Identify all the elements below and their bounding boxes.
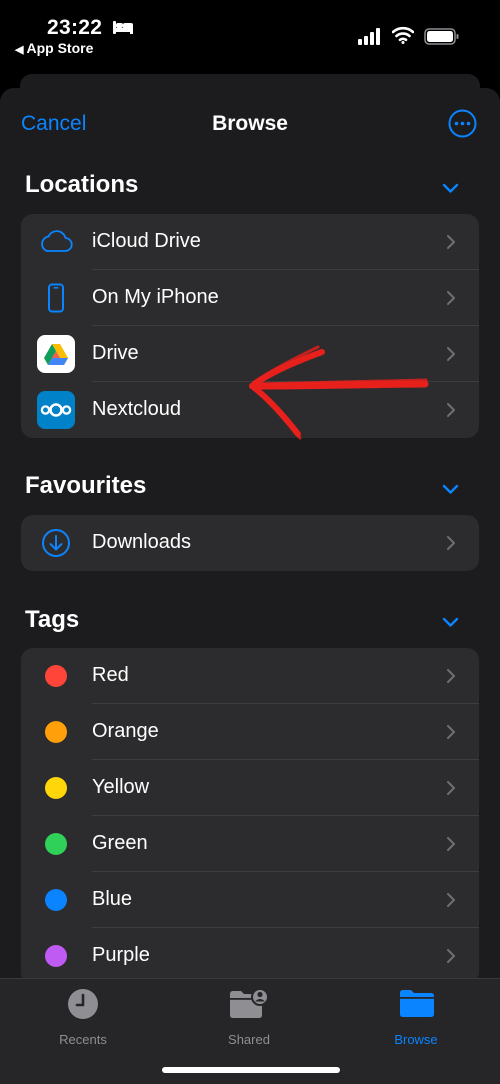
home-indicator[interactable] bbox=[162, 1067, 340, 1073]
status-bar: 23:22 ◀ App Store bbox=[0, 0, 500, 70]
tab-label: Browse bbox=[394, 1032, 438, 1047]
tag-color-icon bbox=[37, 881, 75, 919]
tag-dot bbox=[45, 665, 67, 687]
google-drive-icon bbox=[37, 335, 75, 373]
battery-icon bbox=[424, 28, 459, 45]
chevron-down-icon[interactable] bbox=[442, 617, 459, 628]
icloud-icon bbox=[37, 223, 75, 261]
tag-color-icon bbox=[37, 825, 75, 863]
favourite-item-downloads[interactable]: Downloads bbox=[21, 515, 479, 571]
tab-recents[interactable]: Recents bbox=[23, 987, 143, 1047]
location-label: Drive bbox=[92, 342, 139, 364]
tag-color-icon bbox=[37, 657, 75, 695]
section-header-locations: Locations bbox=[25, 171, 139, 198]
location-label: iCloud Drive bbox=[92, 230, 201, 252]
back-triangle-icon: ◀ bbox=[15, 44, 24, 56]
tag-label: Green bbox=[92, 832, 148, 854]
section-header-tags: Tags bbox=[25, 606, 80, 633]
browse-sheet: Cancel Browse Locations iCloud Drive On … bbox=[0, 88, 500, 1084]
back-to-app-button[interactable]: ◀ App Store bbox=[15, 40, 93, 56]
favourite-label: Downloads bbox=[92, 531, 191, 553]
tag-color-icon bbox=[37, 769, 75, 807]
tag-dot bbox=[45, 777, 67, 799]
chevron-right-icon bbox=[447, 347, 455, 361]
tag-item-green[interactable]: Green bbox=[21, 816, 479, 872]
bed-icon bbox=[113, 21, 133, 34]
tag-dot bbox=[45, 889, 67, 911]
tag-item-orange[interactable]: Orange bbox=[21, 704, 479, 760]
tag-item-red[interactable]: Red bbox=[21, 648, 479, 704]
nextcloud-icon bbox=[37, 391, 75, 429]
tag-item-yellow[interactable]: Yellow bbox=[21, 760, 479, 816]
tags-list: Red Orange Yellow Green Blue Purple bbox=[21, 648, 479, 984]
chevron-right-icon bbox=[447, 725, 455, 739]
location-item-nextcloud[interactable]: Nextcloud bbox=[21, 382, 479, 438]
location-item-on-my-iphone[interactable]: On My iPhone bbox=[21, 270, 479, 326]
more-options-icon[interactable] bbox=[448, 109, 477, 138]
location-label: On My iPhone bbox=[92, 286, 219, 308]
location-item-icloud-drive[interactable]: iCloud Drive bbox=[21, 214, 479, 270]
iphone-icon bbox=[37, 279, 75, 317]
tag-label: Red bbox=[92, 664, 129, 686]
chevron-right-icon bbox=[447, 291, 455, 305]
folder-icon bbox=[400, 990, 434, 1017]
shared-folder-icon bbox=[230, 988, 269, 1018]
tab-bar: Recents Shared Browse bbox=[0, 978, 500, 1084]
location-label: Nextcloud bbox=[92, 398, 181, 420]
tag-dot bbox=[45, 945, 67, 967]
tag-item-purple[interactable]: Purple bbox=[21, 928, 479, 984]
tag-color-icon bbox=[37, 713, 75, 751]
tag-dot bbox=[45, 721, 67, 743]
tab-label: Shared bbox=[228, 1032, 270, 1047]
chevron-right-icon bbox=[447, 669, 455, 683]
tab-browse[interactable]: Browse bbox=[356, 987, 476, 1047]
tab-label: Recents bbox=[59, 1032, 107, 1047]
favourites-list: Downloads bbox=[21, 515, 479, 571]
chevron-right-icon bbox=[447, 235, 455, 249]
tag-label: Yellow bbox=[92, 776, 150, 798]
wifi-icon bbox=[392, 26, 414, 44]
tag-label: Orange bbox=[92, 720, 159, 742]
chevron-down-icon[interactable] bbox=[442, 183, 459, 194]
clock-icon bbox=[68, 989, 98, 1019]
tag-item-blue[interactable]: Blue bbox=[21, 872, 479, 928]
tag-dot bbox=[45, 833, 67, 855]
chevron-right-icon bbox=[447, 949, 455, 963]
location-item-drive[interactable]: Drive bbox=[21, 326, 479, 382]
tag-label: Blue bbox=[92, 888, 133, 910]
tag-label: Purple bbox=[92, 944, 150, 966]
download-icon bbox=[37, 524, 75, 562]
locations-list: iCloud Drive On My iPhone Drive Nextclou… bbox=[21, 214, 479, 438]
tag-color-icon bbox=[37, 937, 75, 975]
status-time: 23:22 bbox=[47, 16, 103, 39]
section-header-favourites: Favourites bbox=[25, 472, 147, 499]
cellular-signal-icon bbox=[358, 28, 380, 45]
chevron-right-icon bbox=[447, 403, 455, 417]
chevron-right-icon bbox=[447, 536, 455, 550]
tab-shared[interactable]: Shared bbox=[189, 987, 309, 1047]
chevron-down-icon[interactable] bbox=[442, 484, 459, 495]
chevron-right-icon bbox=[447, 837, 455, 851]
back-app-label: App Store bbox=[26, 40, 94, 56]
chevron-right-icon bbox=[447, 781, 455, 795]
page-title: Browse bbox=[212, 112, 288, 135]
chevron-right-icon bbox=[447, 893, 455, 907]
